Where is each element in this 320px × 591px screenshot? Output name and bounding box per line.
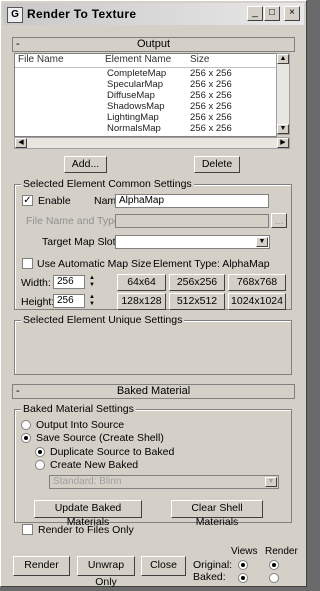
- scroll-down-icon[interactable]: ▼: [277, 124, 289, 134]
- render-column-label: Render: [265, 546, 298, 557]
- baked-views-radio[interactable]: [238, 573, 248, 583]
- size-768-button[interactable]: 768x768: [228, 274, 286, 291]
- size-512-button[interactable]: 512x512: [169, 293, 225, 310]
- clear-shell-button[interactable]: Clear Shell Materials: [171, 500, 263, 528]
- list-item[interactable]: DiffuseMap 256 x 256: [15, 91, 276, 101]
- output-into-source-radio[interactable]: [21, 420, 31, 430]
- output-horizontal-scrollbar[interactable]: ◀ ▶: [14, 137, 290, 149]
- views-label: Views: [231, 546, 258, 557]
- file-name-label: File Name and Type:: [26, 215, 123, 227]
- collapse-icon: -: [16, 38, 20, 50]
- output-rollout-header[interactable]: - Output: [12, 37, 295, 52]
- file-browse-button[interactable]: ...: [271, 213, 287, 228]
- height-spinner-icon[interactable]: ▲ ▼: [87, 294, 97, 308]
- delete-button[interactable]: Delete: [194, 156, 240, 173]
- output-list[interactable]: File Name Element Name Size CompleteMap 2…: [14, 53, 277, 137]
- size-256-button[interactable]: 256x256: [169, 274, 225, 291]
- save-source-radio[interactable]: [21, 433, 31, 443]
- width-label: Width:: [21, 277, 51, 289]
- baked-header-label: Baked Material: [116, 385, 191, 397]
- auto-size-label: Use Automatic Map Size: [37, 258, 152, 270]
- list-item[interactable]: CompleteMap 256 x 256: [15, 69, 276, 79]
- list-item[interactable]: SpecularMap 256 x 256: [15, 80, 276, 90]
- render-button[interactable]: Render: [13, 556, 70, 576]
- close-button[interactable]: Close: [141, 556, 186, 576]
- size-1024-button[interactable]: 1024x1024: [228, 293, 286, 310]
- collapse-icon: -: [16, 385, 20, 397]
- auto-size-checkbox[interactable]: [22, 258, 33, 269]
- baked-rollout-header[interactable]: - Baked Material: [12, 384, 295, 399]
- create-new-baked-label: Create New Baked: [50, 459, 139, 471]
- col-element-name[interactable]: Element Name: [105, 54, 171, 65]
- col-file-name[interactable]: File Name: [18, 54, 64, 65]
- enable-checkbox[interactable]: ✓: [22, 195, 33, 206]
- width-input[interactable]: 256: [53, 275, 85, 289]
- baked-settings-legend: Baked Material Settings: [21, 403, 136, 415]
- name-input[interactable]: AlphaMap: [115, 194, 269, 208]
- baked-material-type-dropdown[interactable]: Standard: Blinn ▼: [49, 475, 279, 489]
- save-source-label: Save Source (Create Shell): [36, 432, 164, 444]
- unique-settings-group: Selected Element Unique Settings: [14, 314, 292, 375]
- duplicate-source-radio[interactable]: [35, 447, 45, 457]
- common-settings-legend: Selected Element Common Settings: [21, 178, 194, 190]
- target-slot-dropdown[interactable]: ▼: [115, 235, 270, 249]
- size-64-button[interactable]: 64x64: [117, 274, 166, 291]
- height-input[interactable]: 256: [53, 294, 85, 308]
- width-spinner-icon[interactable]: ▲ ▼: [87, 275, 97, 289]
- create-new-baked-radio[interactable]: [35, 460, 45, 470]
- duplicate-source-label: Duplicate Source to Baked: [50, 446, 175, 458]
- scroll-left-icon[interactable]: ◀: [15, 138, 27, 148]
- list-item[interactable]: LightingMap 256 x 256: [15, 113, 276, 123]
- render-files-only-label: Render to Files Only: [38, 524, 134, 536]
- output-list-header: File Name Element Name Size: [15, 54, 276, 68]
- window-title: Render To Texture: [27, 7, 137, 21]
- list-item[interactable]: NormalsMap 256 x 256: [15, 124, 276, 134]
- render-files-only-checkbox[interactable]: [22, 524, 33, 535]
- update-baked-button[interactable]: Update Baked Materials: [34, 500, 142, 528]
- render-to-texture-window: G Render To Texture _ □ × - Output File …: [0, 0, 307, 588]
- height-label: Height:: [21, 296, 55, 308]
- chevron-down-icon[interactable]: ▼: [265, 477, 277, 487]
- col-size[interactable]: Size: [190, 54, 209, 65]
- unique-settings-legend: Selected Element Unique Settings: [21, 314, 185, 326]
- original-render-radio[interactable]: [269, 560, 279, 570]
- maximize-button[interactable]: □: [264, 6, 280, 21]
- enable-label: Enable: [38, 195, 71, 207]
- scroll-right-icon[interactable]: ▶: [277, 138, 289, 148]
- size-128-button[interactable]: 128x128: [117, 293, 166, 310]
- unwrap-only-button[interactable]: Unwrap Only: [77, 556, 135, 588]
- original-views-radio[interactable]: [238, 560, 248, 570]
- baked-render-radio[interactable]: [269, 573, 279, 583]
- app-icon: G: [7, 7, 23, 23]
- output-vertical-scrollbar[interactable]: ▲ ▼: [276, 53, 290, 135]
- target-slot-label: Target Map Slot:: [42, 236, 119, 248]
- title-bar[interactable]: G Render To Texture _ □ ×: [3, 3, 304, 25]
- file-name-input[interactable]: [115, 214, 269, 228]
- baked-label: Baked:: [193, 571, 226, 583]
- original-label: Original:: [193, 559, 233, 571]
- scroll-up-icon[interactable]: ▲: [277, 54, 289, 64]
- close-window-button[interactable]: ×: [284, 6, 300, 21]
- baked-material-type-value: Standard: Blinn: [53, 476, 122, 487]
- minimize-button[interactable]: _: [247, 6, 263, 21]
- output-into-source-label: Output Into Source: [36, 419, 125, 431]
- element-type-label: Element Type: AlphaMap: [153, 258, 270, 270]
- output-header-label: Output: [136, 38, 171, 50]
- list-item[interactable]: ShadowsMap 256 x 256: [15, 102, 276, 112]
- add-button[interactable]: Add...: [64, 156, 107, 173]
- chevron-down-icon[interactable]: ▼: [256, 237, 268, 247]
